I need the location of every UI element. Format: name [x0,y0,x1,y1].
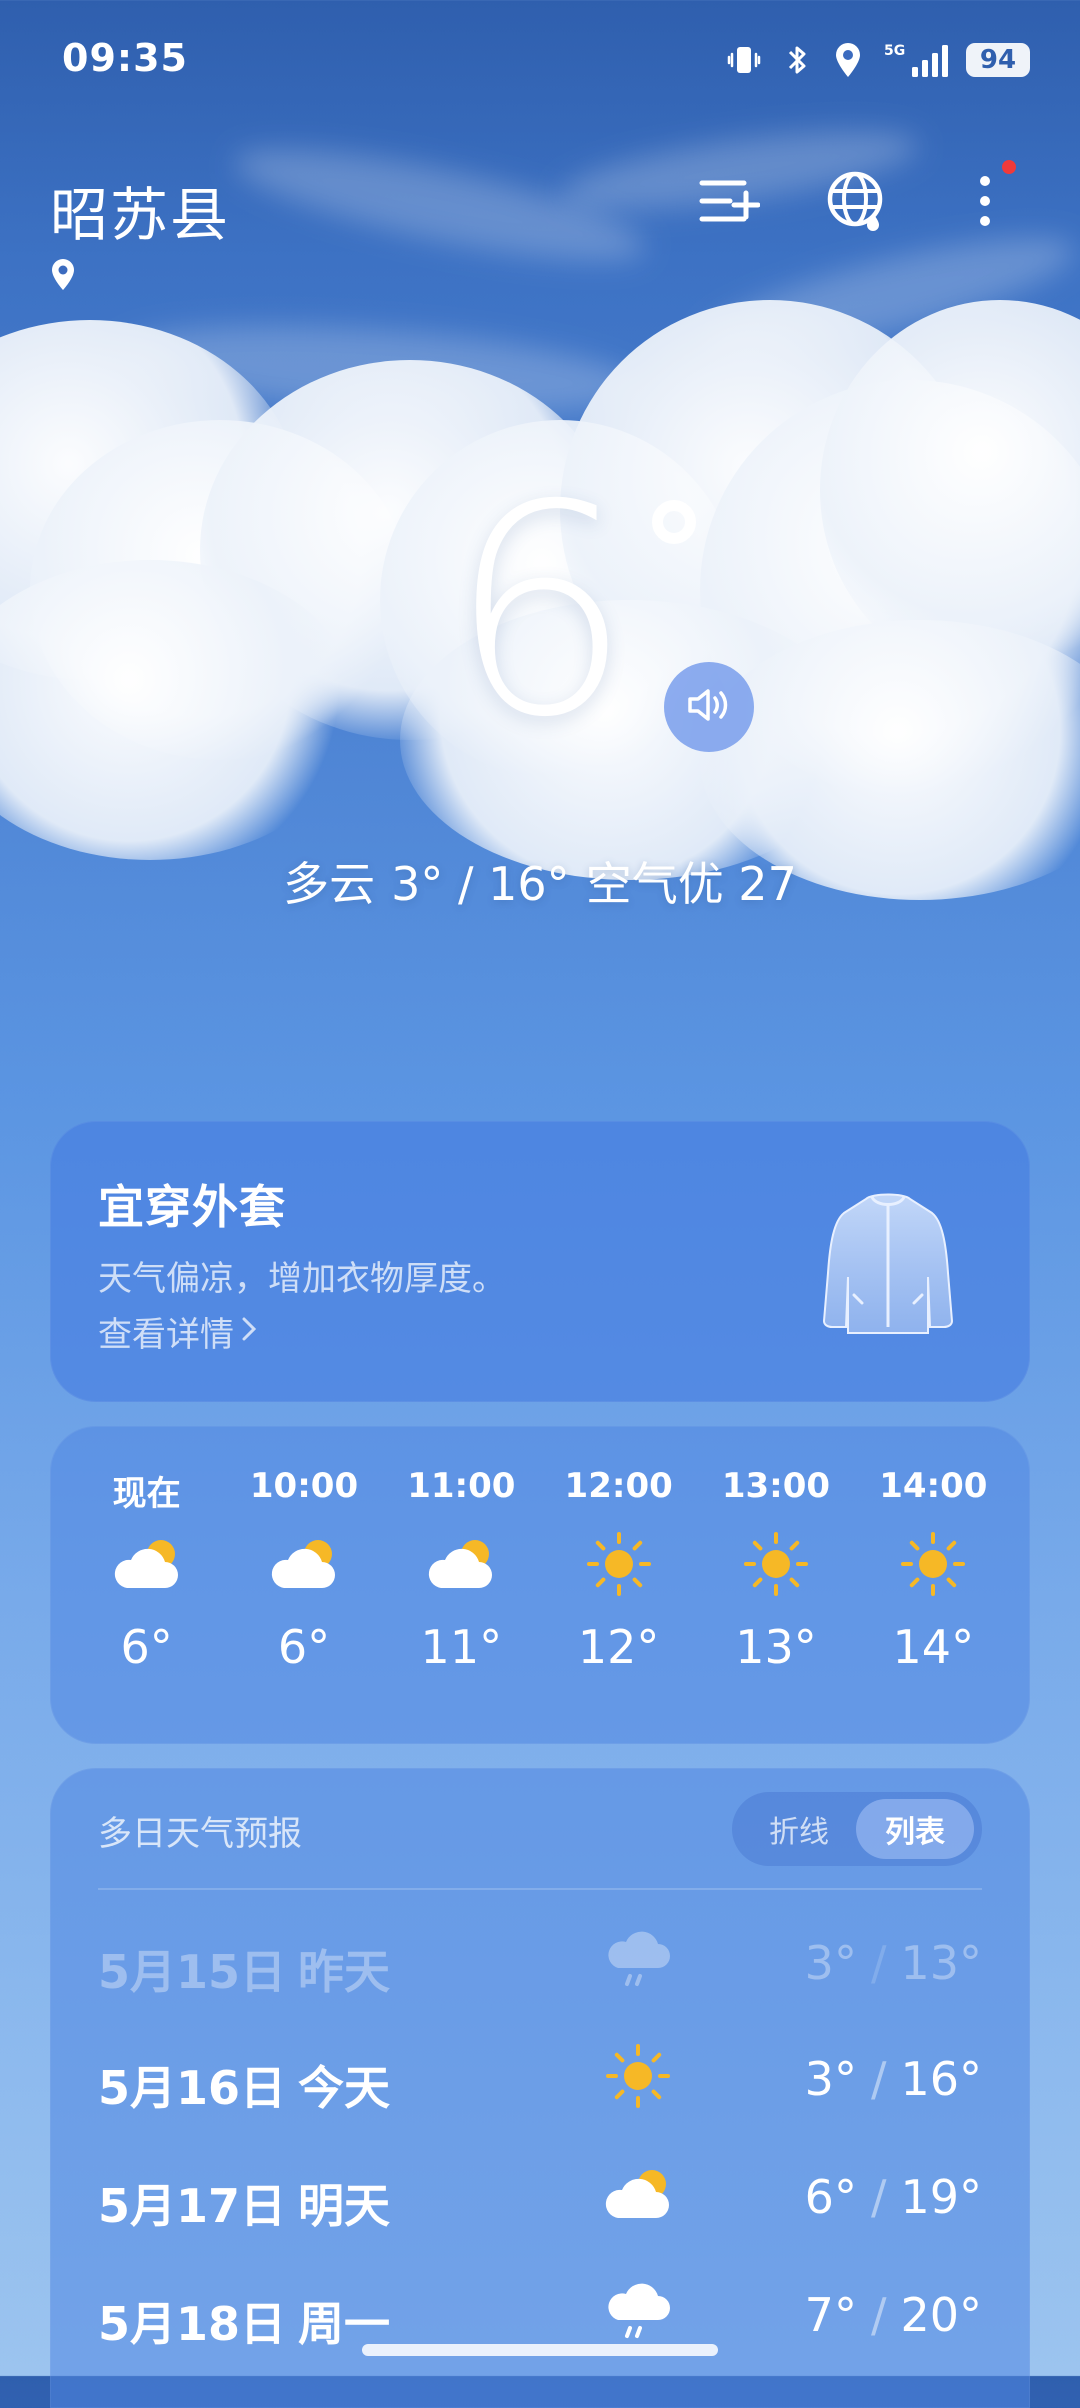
hour-time: 12:00 [564,1466,673,1506]
day-date: 5月18日 [98,2297,287,2351]
day-low: 3° [804,2052,857,2106]
rain-icon [598,2272,678,2352]
day-low: 6° [804,2170,857,2224]
hourly-item[interactable]: 12:00 12° [540,1466,697,1716]
day-date: 5月15日 [98,1945,287,1999]
sun-icon [598,2036,678,2116]
globe-button[interactable] [822,168,892,238]
hourly-item[interactable]: 现在 6° [68,1466,225,1716]
status-icons: 5G 94 [726,38,1030,82]
hour-time: 10:00 [249,1466,359,1506]
clothing-link-label: 查看详情 [98,1315,234,1355]
sun-icon [855,1518,1012,1610]
day-date: 5月17日 [98,2179,287,2233]
day-temp-range: 6°/19° [804,2170,982,2224]
sun-icon [540,1518,697,1610]
clothing-title: 宜穿外套 [98,1180,286,1234]
day-low: 7° [804,2288,857,2342]
voice-broadcast-button[interactable] [664,662,754,752]
signal-5g-icon: 5G [882,41,948,79]
hourly-list: 现在 6° 10:00 6° 11:00 11° 12:00 12° 13:00… [68,1466,1012,1716]
hour-time: 现在 [112,1474,181,1514]
day-low: 3° [804,1936,857,1990]
day-name: 昨天 [298,1945,390,1999]
partly-cloudy-icon [68,1518,225,1610]
degree-icon [652,500,696,544]
hour-time: 14:00 [879,1466,988,1506]
day-temp-range: 7°/20° [804,2288,982,2342]
city-manage-button[interactable] [694,168,764,238]
day-high: 20° [900,2288,982,2342]
rain-icon [598,1920,678,2000]
daily-row[interactable]: 5月15日 昨天 3°/13° [98,1910,982,2010]
day-high: 19° [900,2170,982,2224]
hour-time: 11:00 [407,1466,516,1506]
clothing-card[interactable]: 宜穿外套 天气偏凉，增加衣物厚度。 查看详情 [50,1121,1030,1402]
hour-temp: 11° [420,1620,503,1674]
battery-icon: 94 [966,43,1030,77]
toggle-list[interactable]: 列表 [856,1799,974,1859]
day-name: 今天 [298,2061,390,2115]
hourly-item[interactable]: 13:00 13° [697,1466,854,1716]
air-quality: 空气优 27 [585,857,797,911]
toggle-line-chart[interactable]: 折线 [740,1799,858,1859]
day-name: 明天 [298,2179,390,2233]
divider [98,1888,982,1890]
day-temp-range: 3°/13° [804,1936,982,1990]
chevron-right-icon [240,1312,258,1352]
partly-cloudy-icon [383,1518,540,1610]
hour-temp: 6° [120,1620,173,1674]
day-high: 16° [900,2052,982,2106]
notification-dot [1002,160,1016,174]
hour-temp: 14° [892,1620,975,1674]
bluetooth-icon [780,42,814,78]
speaker-icon [686,685,732,729]
daily-forecast-title: 多日天气预报 [98,1814,302,1854]
location-icon [832,41,864,79]
current-temperature: 6 [448,444,633,781]
hourly-item[interactable]: 14:00 14° [855,1466,1012,1716]
more-button[interactable] [950,160,1020,238]
hour-temp: 6° [277,1620,331,1674]
vibrate-icon [726,42,762,78]
day-high: 13° [900,1936,982,1990]
hourly-item[interactable]: 10:00 6° [225,1466,382,1716]
status-bar: 09:35 5G 94 [0,0,1080,120]
weather-summary[interactable]: 多云 3° / 16° 空气优 27 [0,848,1080,914]
condition-text: 多云 [283,857,376,911]
daily-forecast-card[interactable]: 多日天气预报 折线 列表 5月15日 昨天 3°/13° 5月16日 今天 3°… [50,1768,1030,2408]
current-location-icon [50,258,76,296]
status-time: 09:35 [62,36,188,80]
sun-icon [697,1518,854,1610]
jacket-icon [818,1185,958,1339]
partly-cloudy-icon [225,1518,382,1610]
hour-temp: 12° [577,1620,660,1674]
day-temp-range: 3°/16° [804,2052,982,2106]
daily-row[interactable]: 5月16日 今天 3°/16° [98,2026,982,2126]
hour-time: 13:00 [721,1466,831,1506]
clothing-details-link[interactable]: 查看详情 [98,1307,258,1356]
city-manage-icon [698,175,761,231]
home-indicator[interactable] [362,2344,718,2356]
hour-temp: 13° [735,1620,817,1674]
more-icon [975,171,995,235]
globe-icon [825,169,889,237]
view-toggle[interactable]: 折线 列表 [732,1792,982,1866]
day-date: 5月16日 [98,2061,287,2115]
daily-row[interactable]: 5月17日 明天 6°/19° [98,2144,982,2244]
city-name[interactable]: 昭苏县 [50,168,230,252]
hourly-item[interactable]: 11:00 11° [383,1466,540,1716]
network-label: 5G [884,43,905,59]
hourly-forecast-card[interactable]: 现在 6° 10:00 6° 11:00 11° 12:00 12° 13:00… [50,1426,1030,1744]
partly-cloudy-icon [598,2154,678,2234]
temperature-range: 3° / 16° [391,857,570,911]
clothing-description: 天气偏凉，增加衣物厚度。 [98,1259,506,1299]
